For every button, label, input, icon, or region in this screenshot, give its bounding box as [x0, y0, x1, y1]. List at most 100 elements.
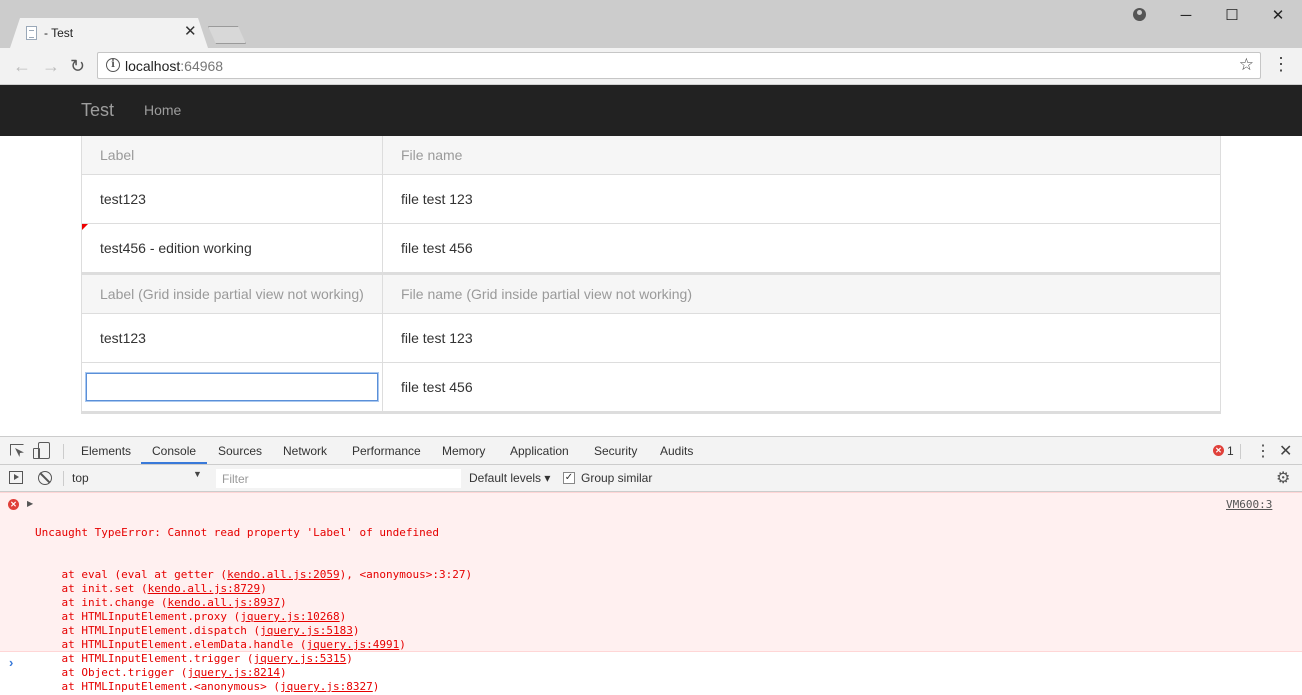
- profile-icon[interactable]: [1133, 8, 1146, 21]
- site-brand[interactable]: Test: [81, 100, 114, 121]
- grid-cell-label[interactable]: test123: [82, 175, 383, 223]
- close-tab-icon[interactable]: ✕: [184, 23, 197, 41]
- stack-frame-text: ): [372, 680, 380, 693]
- grid-cell-label[interactable]: test123: [82, 314, 383, 362]
- grid-cell-label-editing[interactable]: [82, 363, 383, 411]
- browser-tab[interactable]: - Test ✕: [10, 18, 208, 48]
- address-bar[interactable]: i localhost:64968 ☆: [97, 52, 1261, 79]
- group-similar-label[interactable]: Group similar: [581, 471, 652, 485]
- group-similar-checkbox[interactable]: ✓: [563, 472, 575, 484]
- dirty-cell-indicator: [82, 224, 88, 230]
- tab-performance[interactable]: Performance: [352, 444, 421, 458]
- reload-icon[interactable]: ↻: [70, 56, 85, 76]
- close-devtools-icon[interactable]: ✕: [1279, 441, 1292, 461]
- stack-frame-link[interactable]: jquery.js:8214: [187, 666, 280, 679]
- grid-cell-file-name[interactable]: file test 123: [383, 175, 1220, 223]
- nav-home-link[interactable]: Home: [144, 102, 181, 118]
- expand-triangle-icon[interactable]: ▶: [27, 499, 33, 508]
- grid-cell-file-name[interactable]: file test 123: [383, 314, 1220, 362]
- close-window-icon[interactable]: ✕: [1266, 6, 1290, 26]
- stack-frame: at init.change (kendo.all.js:8937): [35, 596, 472, 610]
- forward-icon[interactable]: →: [42, 56, 60, 76]
- device-toolbar-icon[interactable]: [33, 442, 50, 459]
- stack-frame: at HTMLInputElement.<anonymous> (jquery.…: [35, 680, 472, 694]
- stack-frame: at eval (eval at getter (kendo.all.js:20…: [35, 568, 472, 582]
- tab-title: - Test: [44, 26, 74, 40]
- stack-frame-link[interactable]: jquery.js:8327: [280, 680, 373, 693]
- error-message: Uncaught TypeError: Cannot read property…: [35, 526, 439, 539]
- grid-header-row: Label (Grid inside partial view not work…: [82, 275, 1220, 314]
- url-text: localhost:64968: [125, 58, 224, 74]
- stack-frame-text: at eval (eval at getter (: [35, 568, 228, 581]
- tab-network[interactable]: Network: [283, 444, 327, 458]
- error-source-link[interactable]: VM600:3: [1226, 498, 1272, 511]
- stack-frame-text: at Object.trigger (: [35, 666, 188, 679]
- console-prompt-icon[interactable]: ›: [9, 655, 13, 670]
- stack-frame-link[interactable]: jquery.js:5315: [254, 652, 347, 665]
- tab-elements[interactable]: Elements: [81, 444, 131, 458]
- active-tab-indicator: [141, 462, 207, 464]
- grid-cell-file-name[interactable]: file test 456: [383, 224, 1220, 272]
- error-icon: ✕: [8, 499, 19, 510]
- divider: [63, 444, 64, 459]
- tab-console[interactable]: Console: [152, 444, 196, 458]
- console-sidebar-icon[interactable]: [9, 471, 23, 484]
- stack-frame-text: ): [339, 610, 347, 623]
- gear-icon[interactable]: ⚙: [1276, 468, 1290, 488]
- stack-frame-link[interactable]: jquery.js:10268: [240, 610, 339, 623]
- tab-audits[interactable]: Audits: [660, 444, 693, 458]
- stack-frame-link[interactable]: kendo.all.js:8729: [148, 582, 261, 595]
- console-filter-input[interactable]: [216, 469, 461, 488]
- divider: [1240, 444, 1241, 459]
- stack-frame-text: ): [352, 624, 360, 637]
- stack-frame-text: ): [346, 652, 353, 665]
- console-filterbar: top ▼ Default levels ▾ ✓ Group similar ⚙: [0, 465, 1302, 492]
- log-levels-dropdown[interactable]: Default levels ▾: [469, 471, 550, 485]
- data-grid: Label File name test123 file test 123 te…: [81, 136, 1221, 414]
- stack-frame-link[interactable]: kendo.all.js:8937: [167, 596, 280, 609]
- chevron-down-icon[interactable]: ▼: [193, 469, 202, 479]
- stack-frame-link[interactable]: jquery.js:5183: [260, 624, 353, 637]
- grid-cell-file-name[interactable]: file test 456: [383, 363, 1220, 411]
- info-icon[interactable]: i: [106, 58, 120, 72]
- page-icon: [26, 26, 37, 40]
- column-header-file-name-partial[interactable]: File name (Grid inside partial view not …: [383, 275, 1220, 313]
- tab-memory[interactable]: Memory: [442, 444, 485, 458]
- column-header-label[interactable]: Label: [82, 136, 383, 174]
- table-row: test123 file test 123: [82, 314, 1220, 363]
- stack-frame-text: at HTMLInputElement.trigger (: [35, 652, 254, 665]
- devtools-menu-icon[interactable]: ⋮: [1255, 441, 1271, 461]
- site-navbar: Test Home: [0, 85, 1302, 136]
- stack-frame-link[interactable]: jquery.js:4991: [307, 638, 400, 651]
- error-stack-trace: Uncaught TypeError: Cannot read property…: [35, 498, 472, 695]
- column-header-file-name[interactable]: File name: [383, 136, 1220, 174]
- error-count[interactable]: 1: [1227, 444, 1234, 458]
- stack-frame: at HTMLInputElement.trigger (jquery.js:5…: [35, 652, 472, 666]
- stack-frame: at HTMLInputElement.proxy (jquery.js:102…: [35, 610, 472, 624]
- bookmark-star-icon[interactable]: ☆: [1239, 55, 1254, 75]
- grid-cell-label[interactable]: test456 - edition working: [82, 224, 383, 272]
- tab-security[interactable]: Security: [594, 444, 637, 458]
- error-count-icon[interactable]: ✕: [1213, 445, 1224, 456]
- stack-frame-text: at init.change (: [35, 596, 168, 609]
- table-row: test123 file test 123: [82, 175, 1220, 224]
- grid-cell-text: test456 - edition working: [100, 240, 252, 256]
- maximize-icon[interactable]: ☐: [1220, 6, 1244, 26]
- stack-frame-text: at HTMLInputElement.elemData.handle (: [35, 638, 307, 651]
- tab-sources[interactable]: Sources: [218, 444, 262, 458]
- column-header-label-partial[interactable]: Label (Grid inside partial view not work…: [82, 275, 383, 313]
- stack-frame-link[interactable]: kendo.all.js:2059: [227, 568, 340, 581]
- stack-frame-text: ): [260, 582, 267, 595]
- context-select[interactable]: top: [66, 469, 208, 488]
- back-icon[interactable]: ←: [13, 56, 31, 76]
- label-edit-input[interactable]: [86, 373, 378, 401]
- inspect-element-icon[interactable]: [10, 444, 24, 456]
- stack-frame-text: ): [399, 638, 406, 651]
- clear-console-icon[interactable]: [38, 471, 52, 485]
- new-tab-button[interactable]: [208, 26, 246, 44]
- tab-application[interactable]: Application: [510, 444, 569, 458]
- stack-frame-text: ), <anonymous>:3:27): [339, 568, 473, 581]
- minimize-icon[interactable]: ─: [1174, 6, 1198, 26]
- browser-menu-icon[interactable]: ⋮: [1272, 54, 1290, 74]
- stack-frame: at init.set (kendo.all.js:8729): [35, 582, 472, 596]
